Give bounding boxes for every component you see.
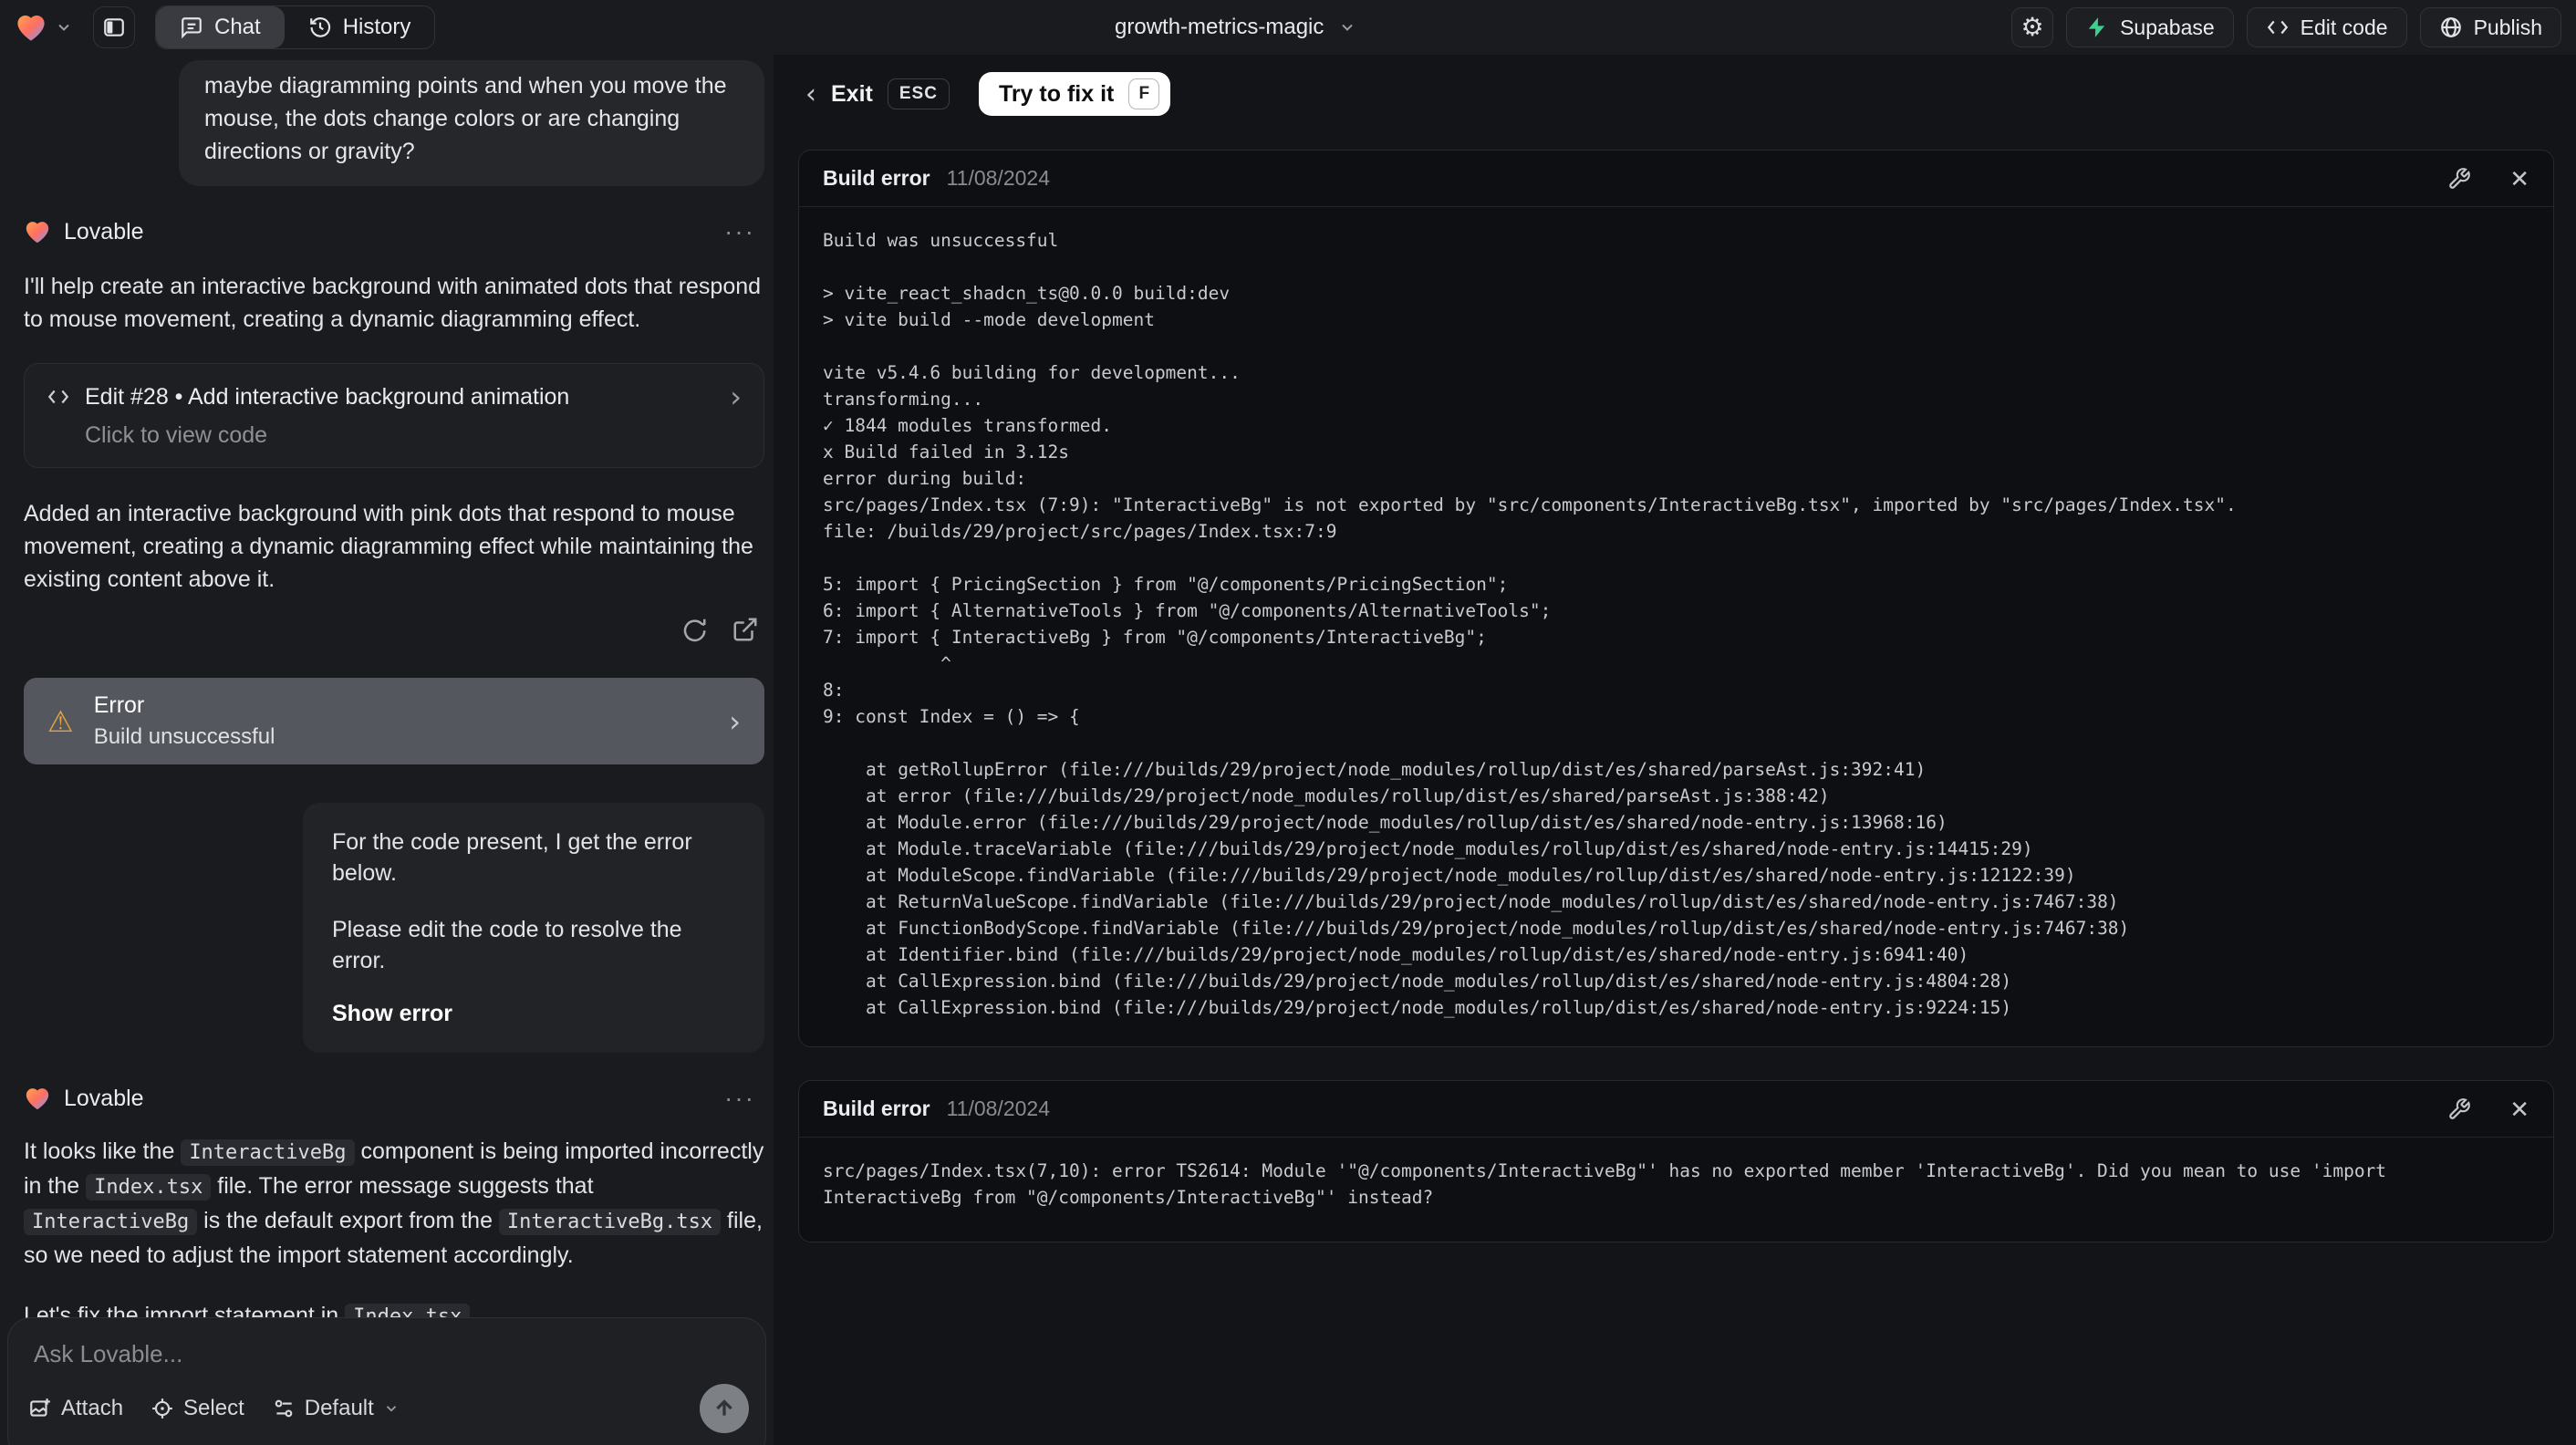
- show-error-button[interactable]: Show error: [332, 998, 735, 1029]
- attach-button[interactable]: Attach: [28, 1396, 123, 1421]
- tab-history-label: History: [342, 15, 411, 39]
- chevron-right-icon: ›: [730, 379, 742, 414]
- error-detail-panel: ‹ Exit ESC Try to fix it F Build error 1…: [774, 55, 2576, 1445]
- history-icon: [309, 17, 330, 37]
- chevron-down-icon: [1342, 24, 1354, 31]
- wrench-icon[interactable]: [2447, 1097, 2471, 1121]
- chat-history-tabs: Chat History: [155, 5, 436, 49]
- assistant-message: Added an interactive background with pin…: [24, 501, 753, 592]
- assistant-header: Lovable ···: [24, 1084, 764, 1113]
- attach-label: Attach: [61, 1396, 124, 1420]
- arrow-up-icon: [716, 1399, 732, 1416]
- build-error-date: 11/08/2024: [946, 166, 1050, 190]
- build-error-title: Build error: [823, 166, 930, 190]
- build-error-log-card: Build error 11/08/2024 ✕ src/pages/Index…: [798, 1080, 2554, 1242]
- edit-card-subtitle: Click to view code: [85, 422, 268, 448]
- user-message: maybe diagramming points and when you mo…: [179, 60, 764, 186]
- publish-label: Publish: [2473, 15, 2542, 39]
- f-key-badge: F: [1128, 78, 1160, 109]
- more-options-icon[interactable]: ···: [724, 1084, 755, 1113]
- close-icon[interactable]: ✕: [2509, 1097, 2529, 1121]
- top-bar: Chat History growth-metrics-magic ⚙ Supa…: [0, 0, 2576, 55]
- resolve-line-1: For the code present, I get the error be…: [332, 829, 692, 886]
- lovable-heart-icon: [17, 16, 45, 41]
- chat-panel: maybe diagramming points and when you mo…: [0, 55, 774, 1445]
- send-button[interactable]: [700, 1384, 749, 1433]
- globe-icon: [2440, 17, 2461, 37]
- build-error-date: 11/08/2024: [946, 1097, 1050, 1120]
- code-icon: [47, 390, 69, 404]
- edit-code-button[interactable]: Edit code: [2246, 7, 2407, 47]
- lovable-logo-menu[interactable]: [15, 11, 73, 44]
- chevron-right-icon: ›: [729, 703, 741, 739]
- more-options-icon[interactable]: ···: [724, 217, 755, 246]
- warning-icon: ⚠: [47, 704, 74, 738]
- select-label: Select: [183, 1396, 244, 1420]
- composer: Ask Lovable... Attach Select Default: [7, 1317, 766, 1445]
- error-subtitle: Build unsuccessful: [93, 724, 275, 749]
- close-icon[interactable]: ✕: [2509, 167, 2529, 191]
- tab-history[interactable]: History: [285, 6, 435, 48]
- build-error-log-card: Build error 11/08/2024 ✕ Build was unsuc…: [798, 150, 2554, 1047]
- build-error-header: Build error 11/08/2024 ✕: [799, 1081, 2553, 1138]
- message-actions: [24, 616, 764, 643]
- assistant-message: I'll help create an interactive backgrou…: [24, 274, 762, 332]
- ask-lovable-input[interactable]: Ask Lovable...: [34, 1340, 740, 1368]
- assistant-name: Lovable: [64, 218, 144, 244]
- topbar-actions: ⚙ Supabase Edit code Publish: [2011, 7, 2561, 47]
- mode-dropdown[interactable]: Default: [272, 1396, 400, 1421]
- project-switcher[interactable]: growth-metrics-magic: [1115, 0, 1356, 55]
- mode-label: Default: [304, 1396, 374, 1420]
- edit-28-card[interactable]: Edit #28 • Add interactive background an…: [24, 363, 764, 468]
- chat-bubble-icon: [182, 17, 202, 39]
- build-error-log: Build was unsuccessful > vite_react_shad…: [823, 230, 2237, 1018]
- project-name: growth-metrics-magic: [1115, 15, 1324, 39]
- tab-chat[interactable]: Chat: [156, 6, 285, 48]
- build-error-title: Build error: [823, 1097, 930, 1120]
- assistant-name: Lovable: [64, 1085, 144, 1111]
- code-icon: [2267, 20, 2288, 35]
- image-plus-icon: [30, 1398, 50, 1417]
- esc-key-badge: ESC: [887, 78, 950, 109]
- build-error-header: Build error 11/08/2024 ✕: [799, 151, 2553, 207]
- chevron-left-icon: ‹: [805, 78, 816, 110]
- exit-label: Exit: [831, 80, 873, 107]
- lovable-avatar: [26, 222, 49, 244]
- chevron-down-icon: [58, 24, 69, 31]
- settings-button[interactable]: ⚙: [2011, 7, 2054, 47]
- assistant-message: It looks like the InteractiveBg componen…: [24, 1138, 764, 1268]
- select-button[interactable]: Select: [151, 1396, 244, 1421]
- assistant-header: Lovable ···: [24, 217, 764, 246]
- sidebar-toggle-button[interactable]: [93, 6, 135, 48]
- restore-icon[interactable]: [680, 616, 708, 643]
- edit-card-title: Edit #28 • Add interactive background an…: [85, 383, 570, 410]
- resolve-line-2: Please edit the code to resolve the erro…: [332, 917, 682, 973]
- supabase-button[interactable]: Supabase: [2066, 7, 2234, 47]
- build-error-log: src/pages/Index.tsx(7,10): error TS2614:…: [823, 1160, 2387, 1208]
- tab-chat-label: Chat: [214, 15, 261, 39]
- supabase-bolt-icon: [2088, 17, 2105, 37]
- panel-header: ‹ Exit ESC Try to fix it F: [805, 71, 2554, 117]
- fix-label: Try to fix it: [998, 80, 1115, 107]
- gear-icon: ⚙: [2020, 13, 2044, 41]
- build-error-card[interactable]: ⚠ Error Build unsuccessful ›: [24, 678, 764, 764]
- wrench-icon[interactable]: [2447, 167, 2471, 191]
- exit-button[interactable]: ‹ Exit ESC: [805, 78, 950, 110]
- sliders-icon: [275, 1399, 293, 1418]
- supabase-label: Supabase: [2120, 15, 2215, 39]
- locate-icon: [152, 1398, 172, 1419]
- chevron-down-icon: [386, 1406, 396, 1412]
- panel-left-icon: [104, 18, 124, 36]
- edit-code-label: Edit code: [2300, 15, 2388, 39]
- lovable-avatar: [26, 1088, 49, 1110]
- error-title: Error: [93, 692, 145, 718]
- publish-button[interactable]: Publish: [2419, 7, 2561, 47]
- open-external-icon[interactable]: [732, 616, 759, 643]
- try-to-fix-button[interactable]: Try to fix it F: [978, 72, 1171, 116]
- resolve-request-card: For the code present, I get the error be…: [303, 803, 764, 1053]
